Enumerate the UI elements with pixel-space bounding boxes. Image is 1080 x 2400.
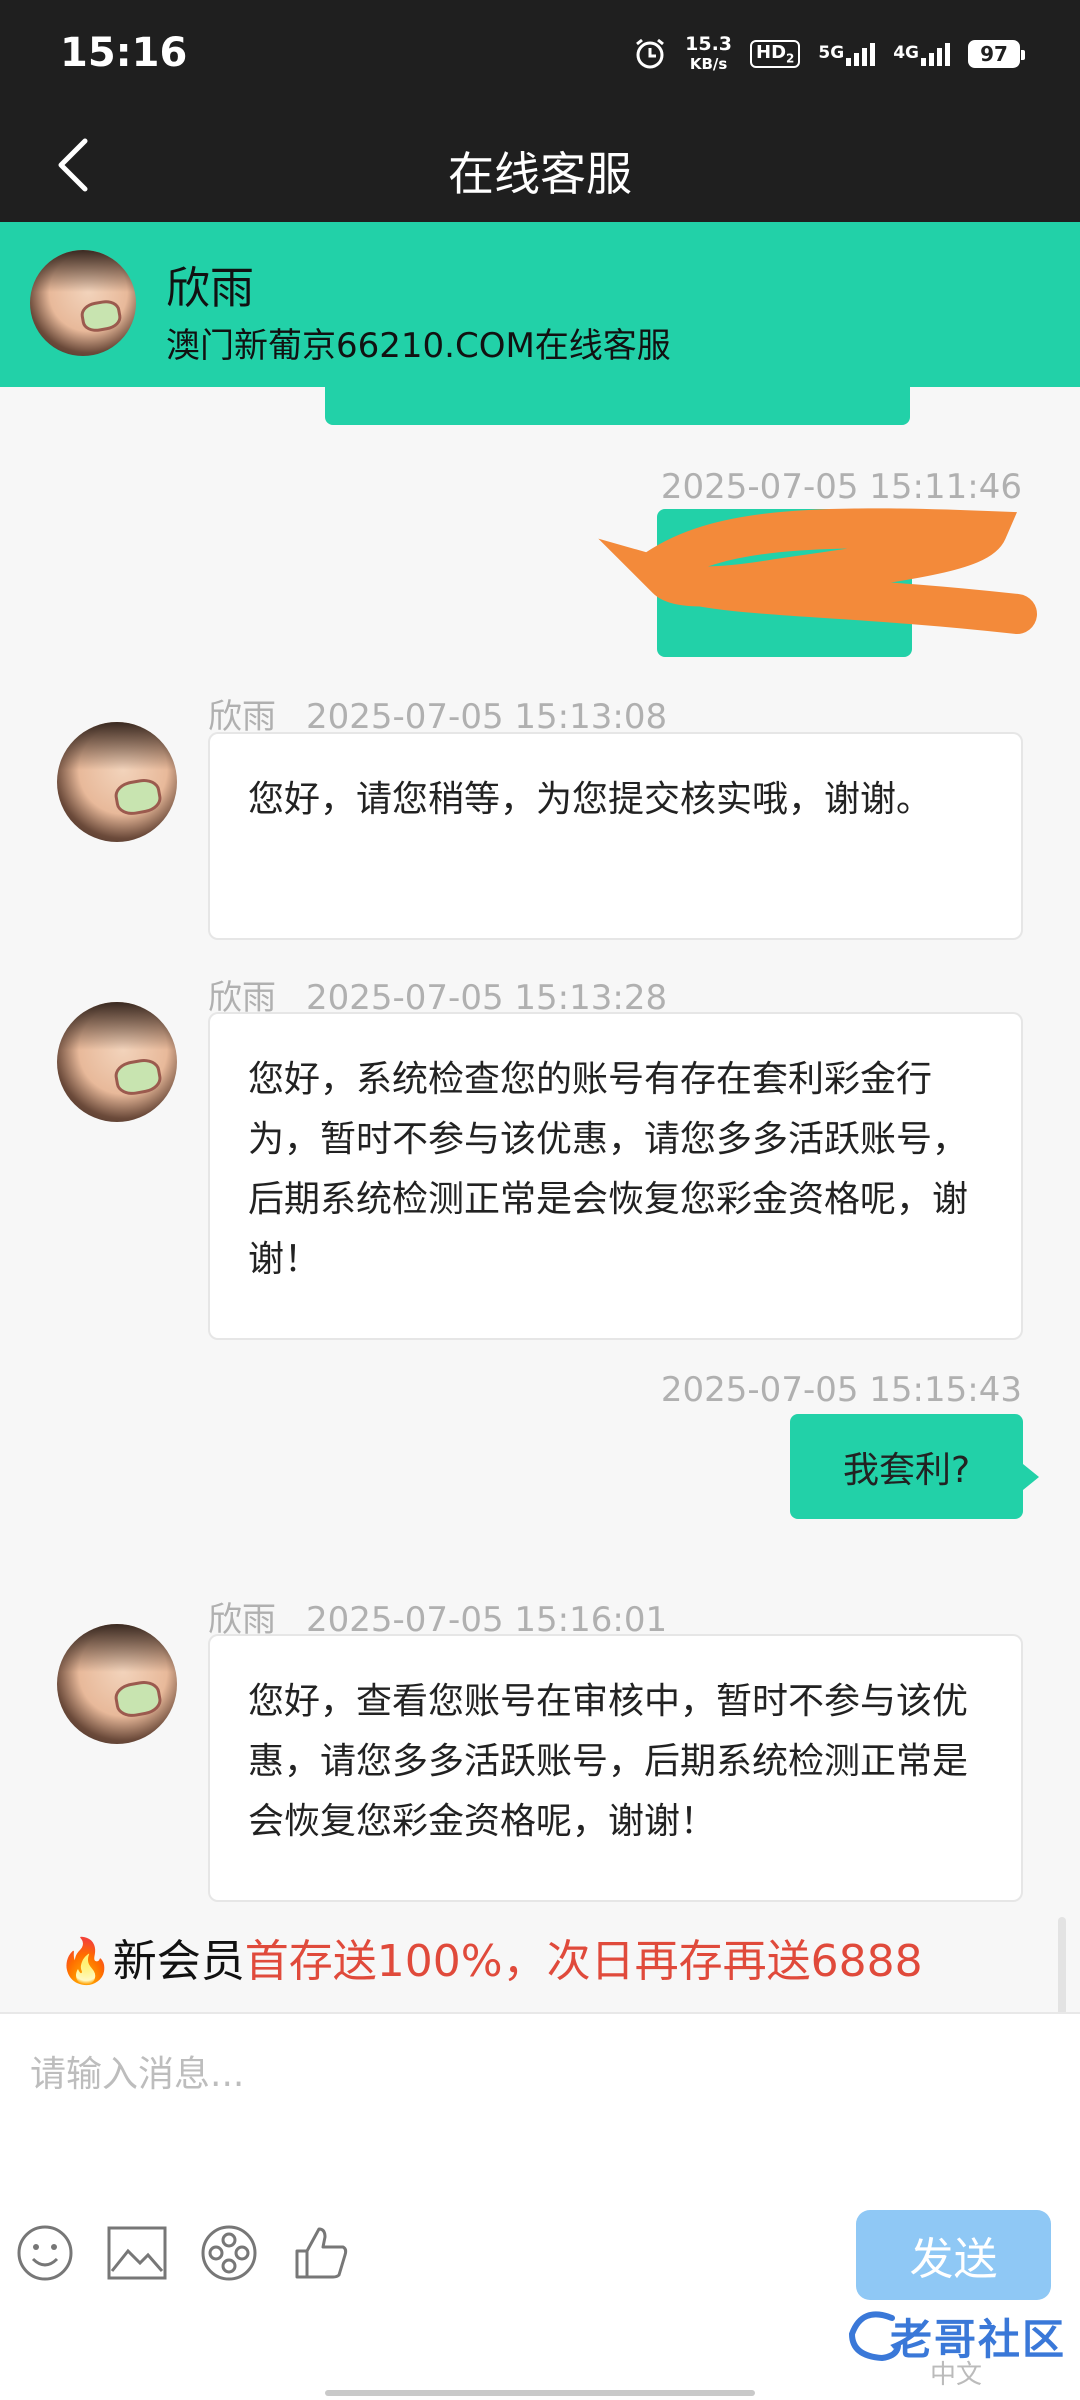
image-icon[interactable] <box>106 2222 168 2284</box>
title-bar: 在线客服 <box>0 110 1080 222</box>
agent-avatar[interactable] <box>57 722 177 842</box>
page-title: 在线客服 <box>448 147 632 201</box>
message-bubble-out[interactable]: 我套利? <box>790 1414 1039 1519</box>
message-bubble-in: 您好，系统检查您的账号有存在套利彩金行为，暂时不参与该优惠，请您多多活跃账号，后… <box>208 1012 1023 1340</box>
input-area: 发送 <box>0 2012 1080 2322</box>
agent-header: 欣雨 澳门新葡京66210.COM在线客服 <box>0 222 1080 387</box>
message-meta: 欣雨 2025-07-05 15:13:08 <box>208 697 668 737</box>
status-bar: 15:16 15.3 KB/s HD2 5G 4G 97 <box>0 0 1080 110</box>
toolbar <box>14 2222 352 2284</box>
message-bubble-out[interactable] <box>598 508 1037 657</box>
agent-name: 欣雨 <box>166 263 254 314</box>
message-input[interactable] <box>30 2034 1050 2114</box>
agent-avatar[interactable] <box>57 1002 177 1122</box>
video-icon[interactable] <box>198 2222 260 2284</box>
net-speed: 15.3 KB/s <box>685 33 733 73</box>
message-bubble-in: 您好，查看您账号在审核中，暂时不参与该优惠，请您多多活跃账号，后期系统检测正常是… <box>208 1634 1023 1902</box>
alarm-icon <box>633 37 667 71</box>
hd-badge: HD2 <box>750 40 801 68</box>
thumbs-up-icon[interactable] <box>290 2222 352 2284</box>
signal-4g: 4G <box>893 42 950 66</box>
message-bubble-partial <box>325 387 910 425</box>
agent-avatar[interactable] <box>57 1624 177 1744</box>
home-indicator[interactable] <box>325 2390 755 2396</box>
message-timestamp: 2025-07-05 15:15:43 <box>660 1370 1022 1410</box>
promo-banner[interactable]: 🔥新会员首存送100%，次日再存再送6888 <box>58 1927 1068 1997</box>
signal-5g: 5G <box>818 42 876 66</box>
status-time: 15:16 <box>60 30 188 76</box>
fire-icon: 🔥 <box>58 1936 113 1987</box>
emoji-icon[interactable] <box>14 2222 76 2284</box>
agent-avatar[interactable] <box>30 250 136 356</box>
message-timestamp: 2025-07-05 15:11:46 <box>660 467 1022 507</box>
watermark-logo: 老哥社区 <box>842 2300 1072 2372</box>
chat-area[interactable]: 2025-07-05 15:11:46 欣雨 2025-07-05 15:13:0… <box>0 387 1080 2012</box>
signal-bars-icon <box>921 42 950 66</box>
battery-icon: 97 <box>968 40 1025 68</box>
message-bubble-in: 您好，请您稍等，为您提交核实哦，谢谢。 <box>208 732 1023 940</box>
send-button[interactable]: 发送 <box>856 2210 1051 2300</box>
status-icons: 15.3 KB/s HD2 5G 4G 97 <box>633 33 1025 74</box>
agent-subtitle: 澳门新葡京66210.COM在线客服 <box>166 326 671 366</box>
scrollbar[interactable] <box>1058 1917 1066 2012</box>
redaction-scribble <box>598 508 1037 634</box>
signal-bars-icon <box>846 42 876 66</box>
